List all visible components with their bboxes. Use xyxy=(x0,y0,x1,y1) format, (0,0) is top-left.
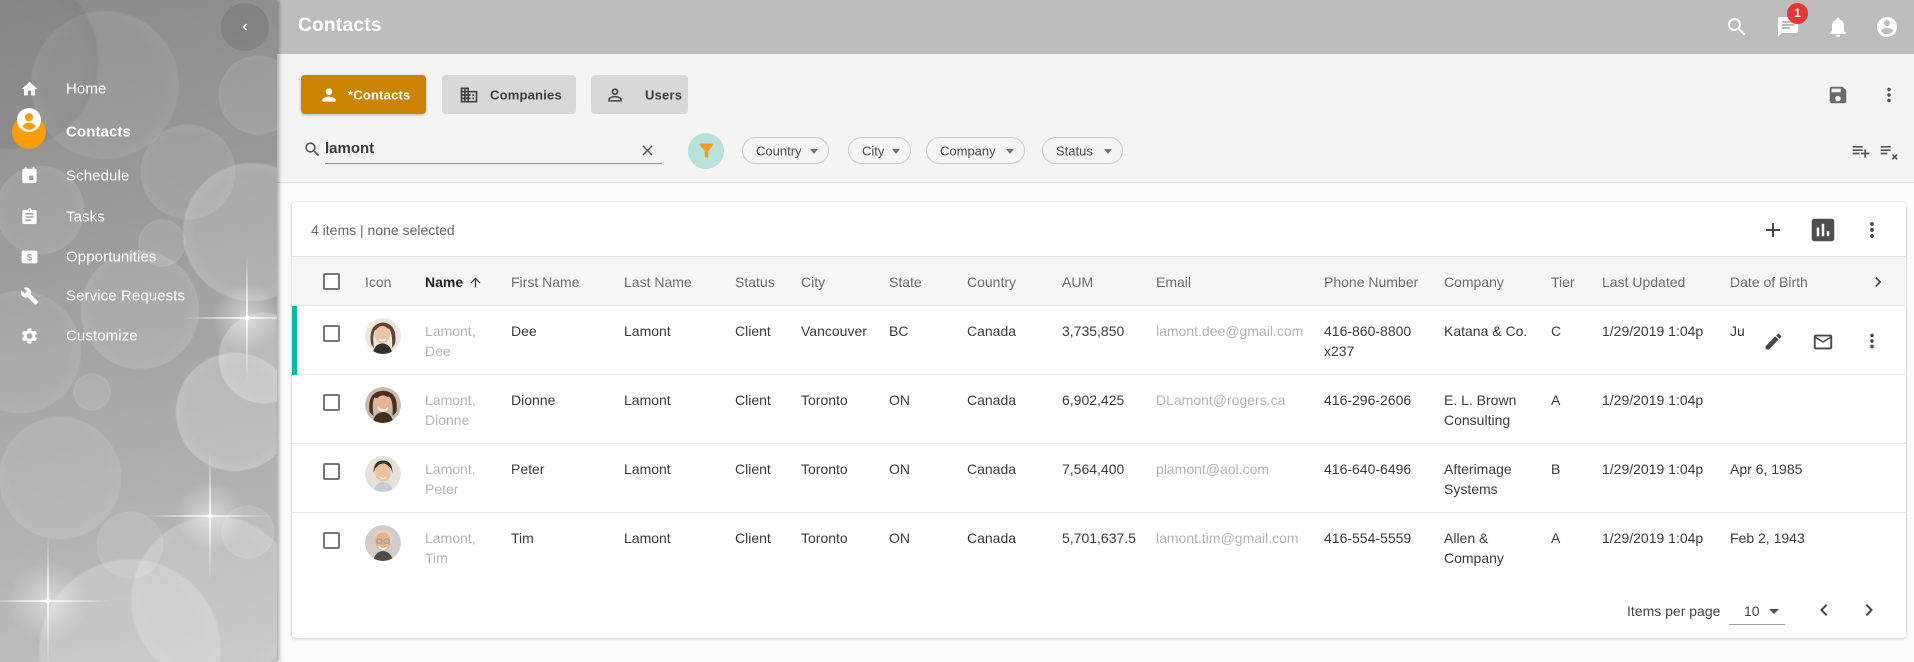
svg-text:$: $ xyxy=(27,252,33,263)
